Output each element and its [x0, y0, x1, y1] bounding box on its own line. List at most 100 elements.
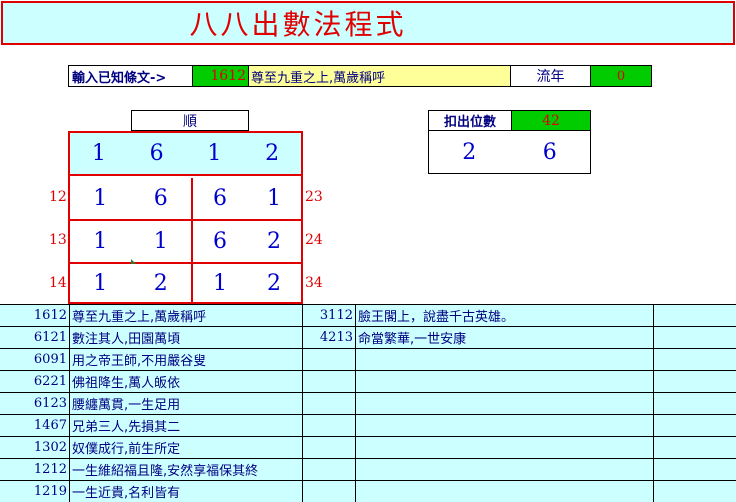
table-cell-code[interactable]: 1212	[0, 459, 70, 480]
grid-top-row: 1 6 1 2	[70, 133, 301, 176]
table-cell-code[interactable]	[303, 437, 356, 458]
grid-top-digit: 6	[149, 141, 164, 166]
grid-top-digit: 1	[207, 141, 222, 166]
table-cell-code[interactable]	[303, 393, 356, 414]
grid-digit: 2	[153, 270, 168, 296]
row-label-right: 34	[305, 275, 323, 291]
table-cell-empty[interactable]	[654, 371, 736, 392]
table-cell-code[interactable]: 4213	[303, 327, 356, 348]
grid-cell-left: 1 6	[70, 178, 193, 219]
page-title: 八八出數法程式	[189, 8, 407, 41]
table-cell-code[interactable]	[303, 415, 356, 436]
year-label: 流年	[511, 66, 591, 86]
comment-indicator-icon	[131, 259, 136, 264]
grid-digit: 2	[267, 229, 281, 254]
row-label-right: 23	[305, 189, 323, 205]
table-cell-code[interactable]: 6121	[0, 327, 70, 348]
grid-cell-right: 6 2	[193, 221, 301, 262]
grid-row: 1 2 1 2	[70, 264, 301, 302]
table-cell-text[interactable]: 臉王閣上，說盡千古英雄。	[356, 305, 654, 326]
table-cell-code[interactable]	[303, 349, 356, 370]
table-cell-code[interactable]: 6123	[0, 393, 70, 414]
result-table: 1612 尊至九重之上,萬歲稱呼 3112 臉王閣上，說盡千古英雄。 6121 …	[0, 304, 736, 502]
grid-digit: 1	[93, 270, 108, 296]
table-cell-text[interactable]	[356, 393, 654, 414]
table-row: 6121 數注其人,田園萬頃 4213 命當繁華,一世安康	[0, 327, 736, 349]
input-code-field[interactable]: 1612	[193, 66, 249, 86]
table-cell-text[interactable]: 佛祖降生,萬人皈依	[70, 371, 303, 392]
table-cell-empty[interactable]	[654, 481, 736, 502]
table-row: 6123 腰纏萬貫,一生足用	[0, 393, 736, 415]
deduct-digits: 2 6	[428, 131, 591, 174]
table-cell-empty[interactable]	[654, 305, 736, 326]
table-row: 1212 一生維紹福且隆,安然享福保其終	[0, 459, 736, 481]
row-label-left: 13	[49, 232, 67, 248]
table-cell-empty[interactable]	[654, 349, 736, 370]
table-row: 1612 尊至九重之上,萬歲稱呼 3112 臉王閣上，說盡千古英雄。	[0, 305, 736, 327]
table-cell-text[interactable]: 腰纏萬貫,一生足用	[70, 393, 303, 414]
table-cell-code[interactable]	[303, 481, 356, 502]
table-cell-empty[interactable]	[654, 393, 736, 414]
table-cell-text[interactable]	[356, 415, 654, 436]
table-cell-code[interactable]: 1219	[0, 481, 70, 502]
table-cell-text[interactable]: 命當繁華,一世安康	[356, 327, 654, 348]
grid-digit: 1	[93, 229, 108, 254]
grid-digit: 1	[213, 270, 227, 296]
table-row: 1302 奴僕成行,前生所定	[0, 437, 736, 459]
table-cell-code[interactable]: 1612	[0, 305, 70, 326]
table-cell-text[interactable]: 奴僕成行,前生所定	[70, 437, 303, 458]
table-cell-text[interactable]	[356, 371, 654, 392]
row-label-left: 14	[49, 275, 67, 291]
table-cell-code[interactable]: 3112	[303, 305, 356, 326]
deduct-digit: 6	[542, 139, 557, 165]
table-cell-code[interactable]: 1302	[0, 437, 70, 458]
grid-cell-left: 1 1	[70, 221, 193, 262]
table-cell-text[interactable]: 兄弟三人,先損其二	[70, 415, 303, 436]
row-label-right: 24	[305, 232, 323, 248]
title-banner: 八八出數法程式	[1, 1, 735, 45]
table-row: 1467 兄弟三人,先損其二	[0, 415, 736, 437]
table-cell-text[interactable]: 一生維紹福且隆,安然享福保其終	[70, 459, 303, 480]
grid-row: 1 1 6 2	[70, 221, 301, 264]
table-cell-text[interactable]: 尊至九重之上,萬歲稱呼	[70, 305, 303, 326]
deduct-digit: 2	[462, 139, 477, 165]
table-cell-code[interactable]: 6221	[0, 371, 70, 392]
table-cell-empty[interactable]	[654, 459, 736, 480]
table-cell-text[interactable]: 一生近貴,名利皆有	[70, 481, 303, 502]
table-cell-text[interactable]: 數注其人,田園萬頃	[70, 327, 303, 348]
table-cell-text[interactable]	[356, 349, 654, 370]
grid-digit: 6	[213, 186, 227, 211]
input-row: 輸入已知條文-> 1612 尊至九重之上,萬歲稱呼 流年 0	[68, 65, 652, 87]
grid-cell-left: 1 2	[70, 264, 193, 302]
number-grid: 1 6 1 2 1 6 6 1 1 1 6 2 1 2 1 2	[68, 131, 303, 304]
grid-top-digit: 1	[91, 141, 106, 166]
table-cell-text[interactable]	[356, 459, 654, 480]
deduct-value-field[interactable]: 42	[511, 110, 591, 131]
row-label-left: 12	[49, 189, 67, 205]
table-cell-text[interactable]	[356, 481, 654, 502]
table-row: 6091 用之帝王師,不用嚴谷叟	[0, 349, 736, 371]
table-cell-code[interactable]: 6091	[0, 349, 70, 370]
input-label: 輸入已知條文->	[69, 66, 193, 86]
table-row: 6221 佛祖降生,萬人皈依	[0, 371, 736, 393]
grid-digit: 1	[153, 229, 168, 254]
deduct-label: 扣出位數	[428, 110, 512, 131]
grid-cell-right: 6 1	[193, 178, 301, 219]
grid-digit: 1	[267, 186, 281, 211]
table-cell-code[interactable]: 1467	[0, 415, 70, 436]
grid-digit: 6	[213, 229, 227, 254]
table-cell-empty[interactable]	[654, 415, 736, 436]
table-cell-empty[interactable]	[654, 437, 736, 458]
table-row: 1219 一生近貴,名利皆有	[0, 481, 736, 502]
table-cell-code[interactable]	[303, 371, 356, 392]
grid-digit: 2	[267, 270, 281, 296]
table-cell-code[interactable]	[303, 459, 356, 480]
input-text-field[interactable]: 尊至九重之上,萬歲稱呼	[249, 66, 511, 86]
grid-row: 1 6 6 1	[70, 178, 301, 221]
table-cell-text[interactable]	[356, 437, 654, 458]
year-value-field[interactable]: 0	[591, 66, 651, 86]
grid-top-digit: 2	[265, 141, 280, 166]
order-label: 順	[131, 110, 249, 131]
table-cell-empty[interactable]	[654, 327, 736, 348]
table-cell-text[interactable]: 用之帝王師,不用嚴谷叟	[70, 349, 303, 370]
